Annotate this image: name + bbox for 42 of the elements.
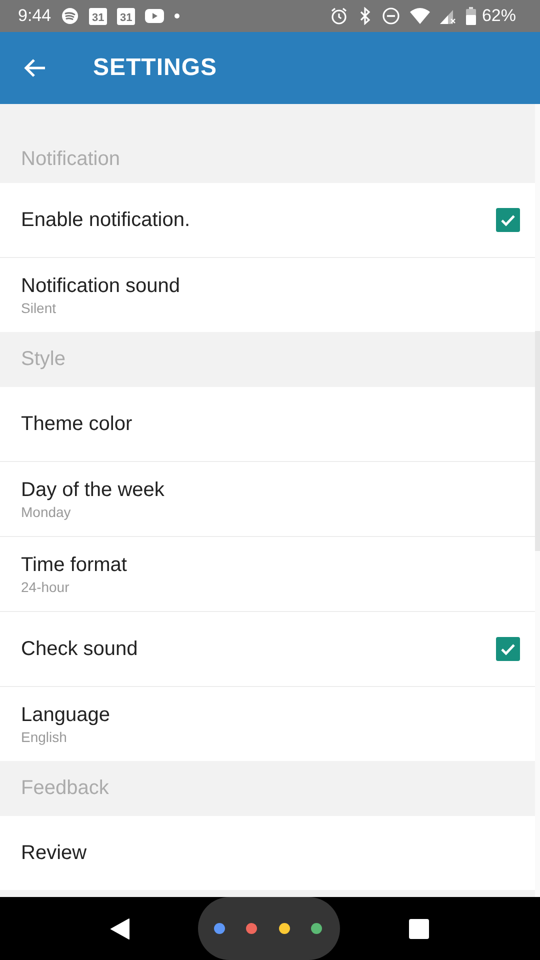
- back-arrow-icon: [24, 58, 46, 78]
- setting-title: Review: [21, 842, 88, 864]
- overview-nav-icon[interactable]: [409, 918, 429, 938]
- setting-title: Theme color: [21, 412, 134, 436]
- status-time: 9:44: [18, 6, 52, 26]
- setting-title: Check sound: [21, 638, 139, 660]
- setting-value: English: [21, 728, 68, 744]
- battery-icon: [466, 7, 476, 25]
- music-app-icon: [61, 7, 80, 25]
- setting-value: Monday: [21, 504, 72, 520]
- settings-row[interactable]: Notification sound Silent: [0, 258, 535, 332]
- settings-row[interactable]: Review: [0, 816, 535, 890]
- setting-value: Silent: [21, 300, 58, 316]
- section-header: Feedback: [21, 777, 109, 800]
- do-not-disturb-icon: [382, 7, 400, 25]
- dot-icon: [174, 13, 180, 19]
- setting-value: 24-hour: [21, 578, 70, 594]
- setting-title: Enable notification.: [21, 208, 192, 232]
- settings-row[interactable]: Day of the week Monday: [0, 462, 535, 537]
- checkbox[interactable]: [496, 637, 520, 661]
- settings-row[interactable]: Language English: [0, 687, 535, 761]
- setting-title: Notification sound: [21, 274, 181, 298]
- alarm-icon: [330, 7, 348, 25]
- cell-signal-icon: [440, 8, 456, 24]
- bluetooth-icon: [358, 7, 372, 25]
- setting-title: Language: [21, 704, 111, 726]
- settings-row[interactable]: Theme color: [0, 387, 535, 462]
- settings-row[interactable]: Enable notification.: [0, 183, 535, 258]
- checkbox[interactable]: [496, 208, 520, 232]
- video-play-icon: [145, 9, 164, 23]
- screen-title: SETTINGS: [93, 54, 218, 82]
- battery-percent: 62%: [482, 6, 516, 26]
- section-header: Style: [21, 348, 66, 371]
- section-header: Notification: [21, 148, 120, 170]
- calendar-icon: 31: [117, 8, 136, 24]
- back-nav-icon[interactable]: [110, 918, 130, 940]
- calendar-icon: 31: [89, 8, 108, 24]
- setting-title: Time format: [21, 554, 128, 576]
- settings-row[interactable]: Check sound: [0, 612, 535, 687]
- setting-title: Day of the week: [21, 478, 166, 502]
- settings-row[interactable]: Time format 24-hour: [0, 537, 535, 612]
- wifi-icon: [410, 8, 430, 24]
